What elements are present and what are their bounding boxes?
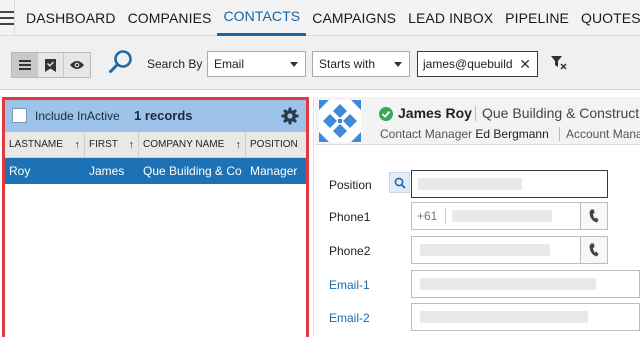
phone-icon [589,243,599,257]
include-inactive-checkbox[interactable] [12,108,27,123]
nav-pipeline[interactable]: PIPELINE [499,0,575,36]
call-phone2-button[interactable] [580,237,607,263]
email1-label[interactable]: Email-1 [329,278,370,292]
search-toolbar: Search By Email Starts with james@quebui… [0,36,640,90]
top-nav: DASHBOARD COMPANIES CONTACTS CAMPAIGNS L… [0,0,640,36]
nav-contacts[interactable]: CONTACTS [217,0,307,36]
contact-manager: Contact Manager Ed Bergmann [380,127,549,141]
contact-header: James Roy Que Building & Construct Conta… [315,97,640,145]
menu-icon[interactable] [0,0,15,36]
eye-icon [70,61,84,69]
contact-manager-label: Contact Manager [380,127,473,141]
sort-up-icon: ↑ [235,139,242,151]
email1-input[interactable] [411,270,640,298]
cell-position: Manager [250,164,298,178]
record-count: 1 records [134,108,193,123]
phone1-country-code: +61 [417,209,438,223]
table-row[interactable]: Roy James Que Building & Co Manager [5,158,306,184]
nav-companies[interactable]: COMPANIES [122,0,218,36]
table-header: LASTNAME ↑ FIRST ↑ COMPANY NAME ↑ POSITION [5,132,306,158]
sort-up-icon: ↑ [128,139,135,151]
input-placeholder [420,278,596,290]
nav-quotes[interactable]: QUOTES [575,0,640,36]
chevron-down-icon [290,62,298,67]
sort-up-icon: ↑ [74,139,81,151]
position-lookup-button[interactable] [389,172,410,193]
search-input[interactable]: james@quebuild ✕ [417,51,538,77]
include-inactive-label: Include InActive [35,109,120,123]
input-placeholder [420,311,588,323]
input-placeholder [418,178,522,190]
list-header: Include InActive 1 records [5,100,306,132]
search-by-label: Search By [147,57,203,71]
column-company-name[interactable]: COMPANY NAME ↑ [139,132,246,157]
bookmark-view-button[interactable] [38,53,64,77]
preview-view-button[interactable] [64,53,90,77]
nav-lead-inbox[interactable]: LEAD INBOX [402,0,499,36]
list-view-button[interactable] [12,53,38,77]
search-operator-value: Starts with [319,57,376,71]
separator [475,106,476,121]
phone1-label: Phone1 [329,210,371,224]
separator [445,208,446,224]
nav-dashboard[interactable]: DASHBOARD [15,0,122,36]
contact-name: James Roy [398,105,472,121]
search-field-select[interactable]: Email [207,51,306,77]
check-circle-icon [379,107,393,121]
position-input[interactable] [411,170,608,198]
clear-filter-icon[interactable] [551,56,567,70]
search-input-value: james@quebuild [423,57,513,71]
call-phone1-button[interactable] [580,203,607,229]
gear-icon[interactable] [281,107,299,125]
column-position[interactable]: POSITION [246,132,306,157]
column-label: COMPANY NAME [143,139,225,150]
input-placeholder [420,244,550,256]
search-field-value: Email [214,57,245,71]
phone1-input[interactable]: +61 [411,202,608,230]
avatar [319,100,361,142]
phone2-input[interactable] [411,236,608,264]
position-label: Position [329,178,372,192]
cell-first: James [89,164,125,178]
bookmark-check-icon [45,58,56,72]
contact-manager-value: Ed Bergmann [475,127,549,141]
email2-label[interactable]: Email-2 [329,311,370,325]
column-lastname[interactable]: LASTNAME ↑ [5,132,85,157]
cell-company: Que Building & Co [143,164,242,178]
column-label: POSITION [250,139,298,150]
search-icon[interactable] [108,49,134,75]
phone-icon [589,209,599,223]
panel-divider [313,97,314,337]
view-toggle-group [11,52,91,78]
nav-campaigns[interactable]: CAMPAIGNS [306,0,402,36]
input-placeholder [452,210,552,222]
contact-company-link[interactable]: Que Building & Construct [482,105,639,121]
phone2-label: Phone2 [329,244,371,258]
separator [559,127,560,141]
column-first[interactable]: FIRST ↑ [85,132,139,157]
column-label: LASTNAME [9,139,63,150]
list-icon [18,60,31,70]
search-icon [394,177,406,189]
email2-input[interactable] [411,303,640,331]
cell-lastname: Roy [9,164,31,178]
account-manager-label: Account Mana [566,127,640,141]
chevron-down-icon [394,62,402,67]
clear-search-button[interactable]: ✕ [519,52,531,76]
contact-list-panel: Include InActive 1 records LASTNAME ↑ FIR… [2,97,309,337]
search-operator-select[interactable]: Starts with [312,51,410,77]
column-label: FIRST [89,139,118,150]
